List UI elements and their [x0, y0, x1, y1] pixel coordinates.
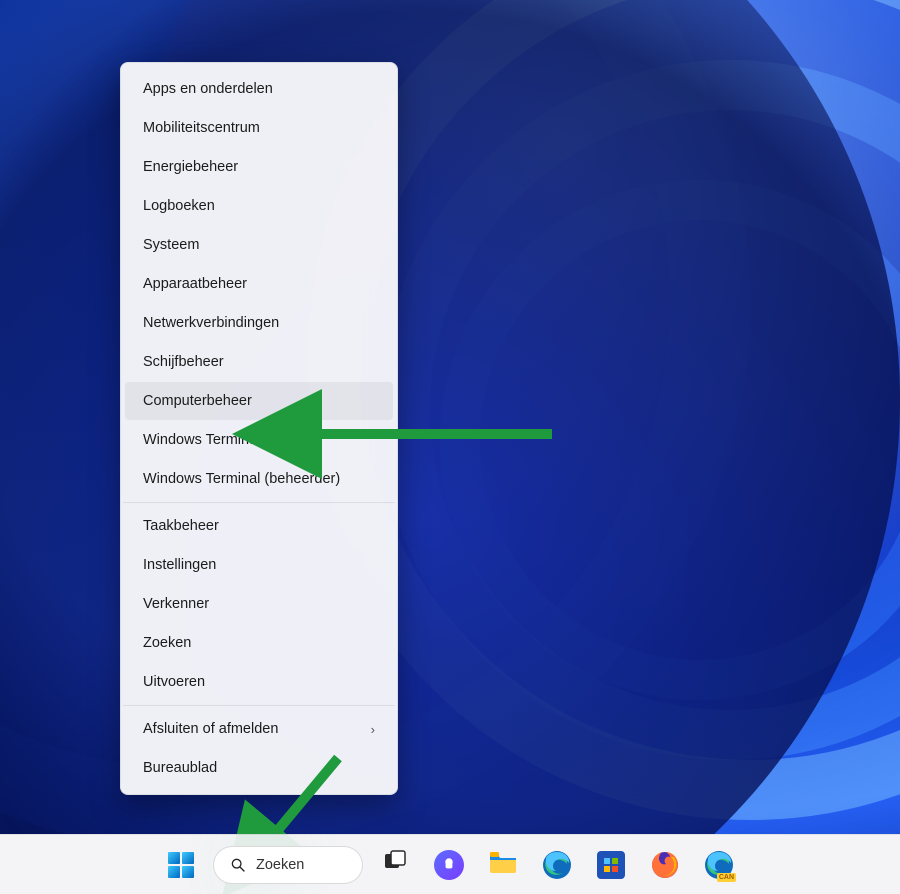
- edge-canary-button[interactable]: CAN: [697, 843, 741, 887]
- file-explorer-button[interactable]: [481, 843, 525, 887]
- menu-item-shutdown-signout[interactable]: Afsluiten of afmelden ›: [125, 710, 393, 748]
- menu-item-settings[interactable]: Instellingen: [125, 546, 393, 584]
- menu-item-label: Energiebeheer: [143, 159, 238, 175]
- menu-item-label: Netwerkverbindingen: [143, 315, 279, 331]
- chevron-right-icon: ›: [371, 722, 375, 737]
- menu-item-search[interactable]: Zoeken: [125, 624, 393, 662]
- menu-item-network-connections[interactable]: Netwerkverbindingen: [125, 304, 393, 342]
- menu-item-windows-terminal[interactable]: Windows Terminal: [125, 421, 393, 459]
- menu-item-label: Systeem: [143, 237, 199, 253]
- menu-item-label: Verkenner: [143, 596, 209, 612]
- menu-item-label: Taakbeheer: [143, 518, 219, 534]
- menu-item-system[interactable]: Systeem: [125, 226, 393, 264]
- taskbar-search[interactable]: Zoeken: [213, 846, 363, 884]
- menu-item-computer-management[interactable]: Computerbeheer: [125, 382, 393, 420]
- task-view-icon: [382, 849, 408, 880]
- store-icon: [597, 851, 625, 879]
- menu-item-desktop[interactable]: Bureaublad: [125, 749, 393, 787]
- menu-item-label: Logboeken: [143, 198, 215, 214]
- menu-item-label: Schijfbeheer: [143, 354, 224, 370]
- taskbar: Zoeken: [0, 834, 900, 894]
- menu-item-label: Bureaublad: [143, 760, 217, 776]
- menu-item-run[interactable]: Uitvoeren: [125, 663, 393, 701]
- search-icon: [230, 857, 246, 873]
- menu-item-label: Windows Terminal (beheerder): [143, 471, 340, 487]
- menu-item-apps-features[interactable]: Apps en onderdelen: [125, 70, 393, 108]
- menu-item-label: Afsluiten of afmelden: [143, 721, 278, 737]
- menu-item-event-viewer[interactable]: Logboeken: [125, 187, 393, 225]
- menu-item-disk-management[interactable]: Schijfbeheer: [125, 343, 393, 381]
- menu-item-label: Instellingen: [143, 557, 216, 573]
- menu-separator: [123, 502, 395, 503]
- menu-item-label: Mobiliteitscentrum: [143, 120, 260, 136]
- menu-item-label: Windows Terminal: [143, 432, 260, 448]
- taskbar-search-placeholder: Zoeken: [256, 857, 304, 873]
- menu-item-label: Apparaatbeheer: [143, 276, 247, 292]
- menu-item-label: Zoeken: [143, 635, 191, 651]
- menu-item-label: Computerbeheer: [143, 393, 252, 409]
- menu-item-label: Apps en onderdelen: [143, 81, 273, 97]
- menu-item-windows-terminal-admin[interactable]: Windows Terminal (beheerder): [125, 460, 393, 498]
- menu-item-task-manager[interactable]: Taakbeheer: [125, 507, 393, 545]
- microsoft-store-button[interactable]: [589, 843, 633, 887]
- start-button[interactable]: [159, 843, 203, 887]
- menu-item-file-explorer[interactable]: Verkenner: [125, 585, 393, 623]
- task-view-button[interactable]: [373, 843, 417, 887]
- folder-icon: [488, 849, 518, 880]
- menu-separator: [123, 705, 395, 706]
- windows-logo-icon: [168, 852, 194, 878]
- chat-button[interactable]: [427, 843, 471, 887]
- edge-canary-icon: CAN: [704, 850, 734, 880]
- menu-item-mobility-center[interactable]: Mobiliteitscentrum: [125, 109, 393, 147]
- firefox-button[interactable]: [643, 843, 687, 887]
- chat-icon: [434, 850, 464, 880]
- edge-button[interactable]: [535, 843, 579, 887]
- winx-context-menu: Apps en onderdelen Mobiliteitscentrum En…: [120, 62, 398, 795]
- menu-item-device-manager[interactable]: Apparaatbeheer: [125, 265, 393, 303]
- menu-item-power-options[interactable]: Energiebeheer: [125, 148, 393, 186]
- menu-item-label: Uitvoeren: [143, 674, 205, 690]
- firefox-icon: [650, 850, 680, 880]
- edge-icon: [542, 850, 572, 880]
